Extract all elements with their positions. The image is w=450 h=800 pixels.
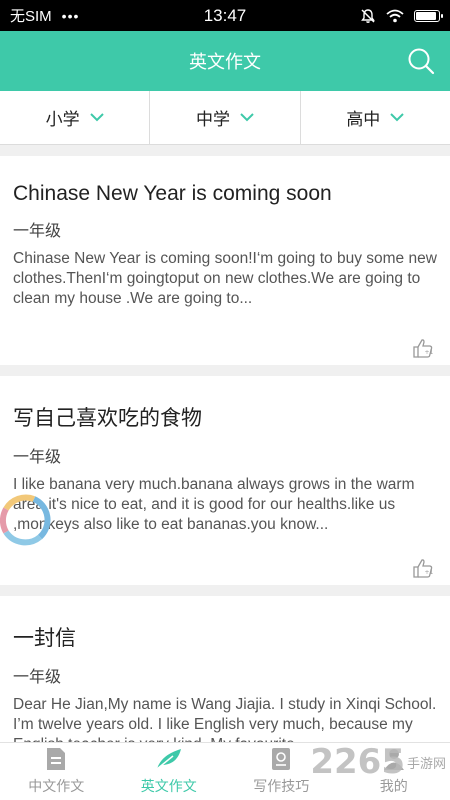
tab-mine[interactable]: 我的 [338,743,450,800]
person-icon [383,749,404,770]
tab-label: 写作技巧 [253,778,310,794]
battery-fill [416,11,436,20]
search-icon[interactable] [406,46,436,76]
tab-english-essay[interactable]: 英文作文 [113,743,226,800]
article-grade: 一年级 [13,669,62,686]
article-grade: 一年级 [13,223,62,240]
wifi-icon [386,9,404,22]
article-card[interactable]: Chinase New Year is coming soon 一年级 Chin… [0,156,450,365]
article-grade: 一年级 [13,449,62,466]
document-icon [47,748,66,770]
mute-bell-icon [361,8,375,23]
feather-icon [156,749,181,770]
tab-writing-tips[interactable]: 写作技巧 [225,743,338,800]
loading-spinner-icon [0,494,51,546]
article-card[interactable]: 一封信 一年级 Dear He Jian,My name is Wang Jia… [0,596,450,742]
tab-label: 英文作文 [140,778,197,794]
article-title: 写自己喜欢吃的食物 [13,407,202,430]
app-header: 英文作文 [0,31,450,91]
battery-icon [414,9,443,22]
tab-label: 我的 [379,778,408,794]
filter-primary-school[interactable]: 小学 [0,91,151,144]
filter-middle-school[interactable]: 中学 [150,91,301,144]
carrier-label: 无SIM [10,8,52,25]
filter-bar: 小学 中学 高中 [0,91,450,145]
article-excerpt: Dear He Jian,My name is Wang Jiajia. I s… [13,696,437,742]
article-excerpt: I like banana very much.banana always gr… [13,476,415,533]
svg-text:+1: +1 [425,349,434,356]
article-title: 一封信 [13,627,76,650]
chevron-down-icon [240,113,254,122]
article-card[interactable]: 写自己喜欢吃的食物 一年级 I like banana very much.ba… [0,376,450,585]
page-title: 英文作文 [189,52,261,72]
svg-text:+1: +1 [425,569,434,576]
chevron-down-icon [89,113,104,122]
chevron-down-icon [390,113,405,122]
article-excerpt: Chinase New Year is coming soon!I‘m goin… [13,250,437,307]
thumbs-up-icon[interactable]: +1 [412,337,434,359]
filter-label: 中学 [195,110,230,129]
carrier-group: 无SIM ••• [10,5,79,26]
filter-high-school[interactable]: 高中 [301,91,450,144]
filter-label: 小学 [45,110,80,129]
status-icons [360,8,443,24]
filter-label: 高中 [346,110,381,129]
book-icon [272,748,291,770]
thumbs-up-icon[interactable]: +1 [412,557,434,579]
tab-label: 中文作文 [28,778,85,794]
tab-chinese-essay[interactable]: 中文作文 [0,743,113,800]
bottom-tab-bar: 中文作文 英文作文 写作技巧 我的 [0,742,450,800]
status-bar: 无SIM ••• 13:47 [0,0,450,31]
article-list[interactable]: Chinase New Year is coming soon 一年级 Chin… [0,145,450,742]
signal-dots-icon: ••• [61,7,80,24]
article-title: Chinase New Year is coming soon [13,182,332,205]
